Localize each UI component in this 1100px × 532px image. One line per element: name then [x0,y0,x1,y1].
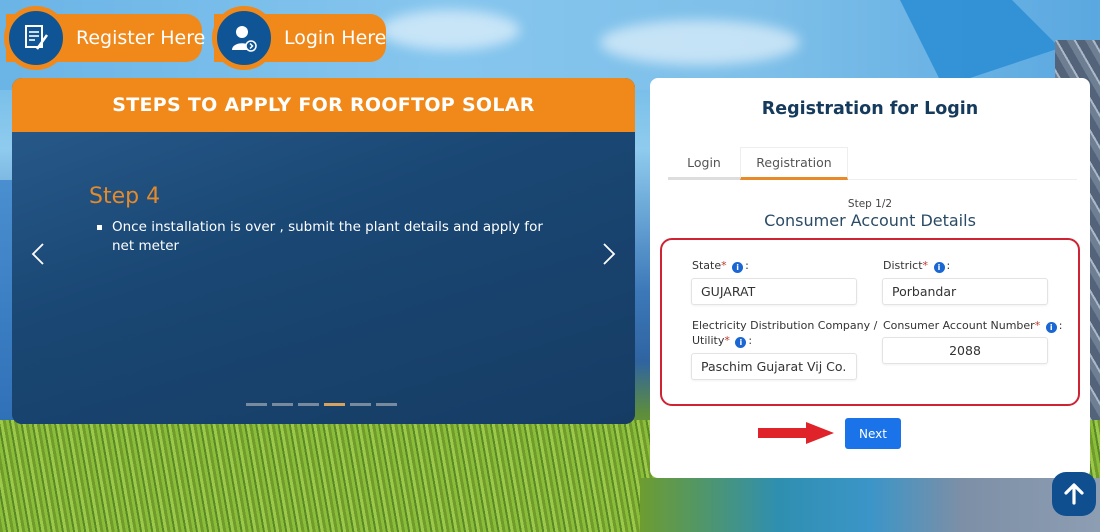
required-mark: * [922,259,929,272]
carousel-indicator[interactable] [298,403,319,406]
step-number: Step 1/2 [847,198,893,210]
district-label-text: District [883,259,923,272]
scroll-to-top-button[interactable] [1052,472,1096,516]
red-arrow-icon [758,422,834,444]
state-label-text: State [692,259,722,272]
state-field[interactable] [691,278,857,305]
carousel-indicator[interactable] [272,403,293,406]
carousel-slide: Step 4 Once installation is over , submi… [12,132,635,424]
utility-label-line1: Electricity Distribution Company / [692,319,878,332]
carousel-indicator[interactable] [324,403,345,406]
tab-registration[interactable]: Registration [740,147,848,180]
info-icon[interactable]: i [1045,322,1057,333]
arrow-up-icon [1064,483,1084,505]
background-panels-bottom [640,478,1100,532]
carousel-next-button[interactable] [597,236,621,272]
carousel-indicators [246,403,397,406]
chevron-right-icon [603,243,616,265]
login-tabs: Login Registration [668,147,1077,180]
login-here-button[interactable]: Login Here [212,6,386,70]
info-icon[interactable]: i [735,337,747,348]
label-colon: : [946,259,951,272]
required-mark: * [721,259,727,272]
utility-field[interactable] [691,353,857,380]
registration-card: Registration for Login Login Registratio… [650,78,1090,478]
district-field[interactable] [882,278,1048,305]
step-title: Step 4 [89,184,161,209]
required-mark: * [724,334,730,347]
label-colon: : [748,334,753,347]
user-login-icon [212,6,276,70]
register-here-button[interactable]: Register Here [4,6,205,70]
utility-label-line2: Utility [692,334,725,347]
step-list: Once installation is over , submit the p… [97,218,557,256]
card-title: Registration for Login [761,99,979,119]
state-label: State* i: [692,258,749,273]
carousel-indicator[interactable] [350,403,371,406]
carousel-prev-button[interactable] [26,236,50,272]
account-number-label: Consumer Account Number* i: [883,318,1062,333]
carousel-indicator[interactable] [376,403,397,406]
label-colon: : [1058,319,1063,332]
tab-login[interactable]: Login [668,147,740,180]
info-icon[interactable]: i [933,262,945,273]
step-heading: Consumer Account Details [764,211,976,230]
account-number-field[interactable] [882,337,1048,364]
carousel-title: STEPS TO APPLY FOR ROOFTOP SOLAR [12,78,635,132]
info-icon[interactable]: i [732,262,744,273]
required-mark: * [1034,319,1041,332]
label-colon: : [745,259,749,272]
background-cloud [600,20,800,65]
account-label-text: Consumer Account Number [883,319,1035,332]
step-item: Once installation is over , submit the p… [97,218,557,256]
next-button[interactable]: Next [845,418,901,449]
steps-carousel: STEPS TO APPLY FOR ROOFTOP SOLAR Step 4 … [12,78,635,424]
utility-label: Electricity Distribution Company / Utili… [692,318,877,348]
document-edit-icon [4,6,68,70]
district-label: District* i: [883,258,950,273]
chevron-left-icon [31,243,44,265]
carousel-indicator[interactable] [246,403,267,406]
